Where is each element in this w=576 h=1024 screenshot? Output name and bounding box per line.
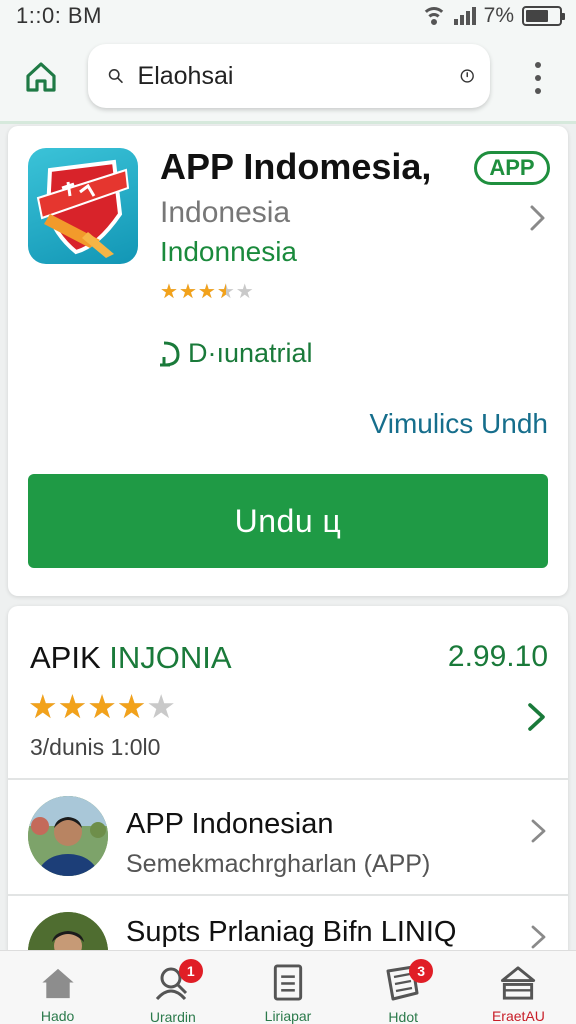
- star-icon: ★★: [178, 281, 197, 303]
- review-count: 3/dunis 1:0l0: [30, 734, 161, 760]
- list-item[interactable]: APP Indonesian Semekmachrgharlan (APP): [8, 780, 568, 894]
- home-button[interactable]: [20, 56, 62, 98]
- nav-home[interactable]: Hado: [0, 951, 115, 1024]
- status-time: 1::0: BM: [16, 3, 102, 28]
- nav-label: Urardin: [149, 1009, 196, 1024]
- search-input[interactable]: [137, 61, 460, 91]
- notification-badge: 3: [409, 959, 434, 983]
- detail-rating-stars: ★ ★ ★ ★ ★ ★ ★ ★ ★: [28, 690, 176, 723]
- app-badge: APP: [474, 151, 550, 185]
- wifi-icon: [421, 7, 446, 25]
- signal-icon: [453, 7, 476, 25]
- app-logo-icon: [36, 159, 130, 258]
- list-item-title: APP Indonesian: [126, 808, 334, 840]
- more-dot: [535, 62, 541, 68]
- home-icon: [41, 968, 74, 999]
- nav-label: Hdot: [388, 1009, 418, 1024]
- chevron-right-icon[interactable]: [528, 204, 548, 232]
- star-icon: ★★: [87, 688, 117, 725]
- detail-version: 2.99.10: [447, 640, 548, 673]
- status-icons: 7%: [421, 4, 565, 28]
- install-button[interactable]: Undu ц: [28, 474, 548, 568]
- search-bar[interactable]: [88, 44, 490, 108]
- voice-search-icon[interactable]: [460, 62, 474, 90]
- avatar: [28, 912, 108, 952]
- top-bar: [0, 32, 576, 124]
- list-item[interactable]: Supts Prlaniag Bifn LINIQ: [8, 896, 568, 952]
- app-publisher[interactable]: Indonnesia: [160, 236, 297, 268]
- detail-title-part1: APIK: [30, 640, 101, 675]
- status-bar: 1::0: BM 7%: [0, 0, 576, 32]
- nav-store[interactable]: EraetAU: [461, 951, 576, 1024]
- nav-label: Liriapar: [264, 1008, 312, 1024]
- store-icon: [501, 966, 536, 1000]
- detail-title: APIK INJONIA: [30, 640, 232, 676]
- avatar: [28, 796, 108, 876]
- app-region: Indonesia: [160, 196, 291, 229]
- chevron-right-icon: [531, 819, 546, 843]
- nav-library[interactable]: Liriapar: [230, 951, 345, 1024]
- bottom-navigation: Hado 1 Urardin Liriapar 3 Hdot EraetAU: [0, 950, 576, 1024]
- star-icon: ★: [235, 281, 254, 303]
- star-icon: ★★: [216, 281, 235, 303]
- battery-percent: 7%: [483, 4, 514, 27]
- app-title: APP Indomesia,: [160, 146, 432, 187]
- battery-icon: [522, 6, 565, 26]
- home-icon: [26, 62, 56, 92]
- star-icon: ★★: [57, 688, 88, 725]
- star-icon: ★: [146, 688, 176, 725]
- notification-badge: 1: [178, 959, 203, 983]
- app-card: APP Indomesia, APP Indonesia Indonnesia …: [8, 126, 568, 596]
- feature-icon: [160, 341, 180, 367]
- nav-notes[interactable]: 3 Hdot: [346, 951, 461, 1024]
- list-item-subtitle: Semekmachrgharlan (APP): [126, 850, 431, 878]
- star-icon: ★★: [116, 688, 147, 725]
- more-dot: [535, 88, 541, 94]
- app-rating-stars: ★★★★★★★★★: [160, 282, 254, 302]
- chevron-right-icon[interactable]: [526, 702, 548, 732]
- app-icon[interactable]: [28, 148, 138, 264]
- list-item-title: Supts Prlaniag Bifn LINIQ: [126, 916, 457, 948]
- more-link[interactable]: Vimulics Undh: [370, 408, 548, 440]
- more-options-button[interactable]: [524, 60, 552, 96]
- nav-label: Hado: [40, 1008, 75, 1024]
- document-icon: [273, 964, 303, 1001]
- nav-search-people[interactable]: 1 Urardin: [115, 951, 230, 1024]
- star-icon: ★★: [28, 688, 58, 725]
- star-icon: ★★: [160, 281, 178, 303]
- nav-label: EraetAU: [491, 1008, 545, 1024]
- star-icon: ★★: [197, 281, 216, 303]
- detail-card: APIK INJONIA 2.99.10 ★ ★ ★ ★ ★ ★ ★ ★ ★ 3/dunis 1…: [8, 606, 568, 952]
- app-feature: D·ıunatrial: [158, 338, 313, 369]
- more-dot: [535, 75, 541, 81]
- feature-label: D·ıunatrial: [188, 338, 313, 368]
- detail-title-part2: INJONIA: [109, 640, 232, 675]
- search-icon: [108, 69, 123, 84]
- chevron-right-icon: [531, 925, 546, 949]
